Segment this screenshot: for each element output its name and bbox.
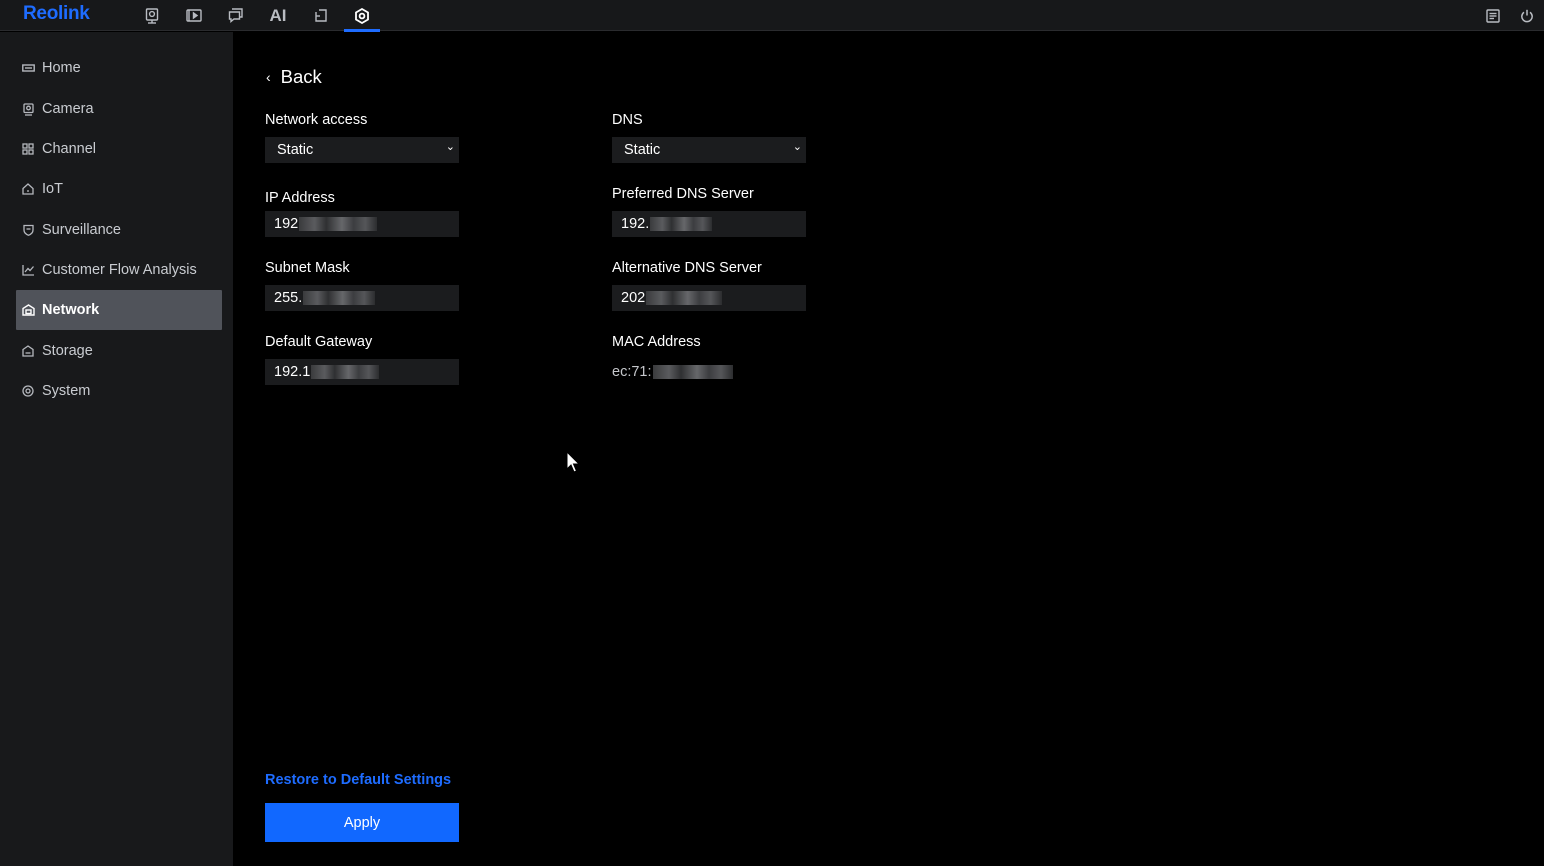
sidebar-item-label: Storage xyxy=(42,343,93,359)
camera-icon xyxy=(21,102,35,116)
sidebar-item-label: Network xyxy=(42,302,100,318)
restore-default-link[interactable]: Restore to Default Settings xyxy=(265,772,451,788)
device-icon[interactable] xyxy=(302,0,338,31)
chevron-down-icon: ⌄ xyxy=(792,141,802,153)
dns-value: Static xyxy=(624,142,661,158)
sidebar-item-system[interactable]: System xyxy=(16,371,222,411)
notes-icon[interactable] xyxy=(1475,0,1511,31)
dns-select[interactable]: Static ⌄ xyxy=(612,137,806,163)
sidebar-item-label: Channel xyxy=(42,141,97,157)
sidebar-item-label: Home xyxy=(42,60,81,76)
settings-icon[interactable] xyxy=(344,0,380,32)
back-button[interactable]: ‹ Back xyxy=(266,66,322,88)
sidebar-item-label: IoT xyxy=(42,181,63,197)
messages-icon[interactable] xyxy=(218,0,254,31)
sidebar-item-home[interactable]: Home xyxy=(16,48,222,88)
ip-address-field[interactable]: 192 xyxy=(265,211,459,237)
subnet-mask-field[interactable]: 255. xyxy=(265,285,459,311)
redacted-block xyxy=(652,365,733,379)
preferred-dns-field[interactable]: 192. xyxy=(612,211,806,237)
alternative-dns-value: 202 xyxy=(621,290,646,306)
sidebar-item-surveillance[interactable]: Surveillance xyxy=(16,210,222,250)
preferred-dns-label: Preferred DNS Server xyxy=(612,186,754,202)
subnet-mask-label: Subnet Mask xyxy=(265,260,350,276)
ai-tab-label: AI xyxy=(269,5,287,25)
network-access-label: Network access xyxy=(265,112,368,128)
default-gateway-label: Default Gateway xyxy=(265,334,373,350)
alternative-dns-field[interactable]: 202 xyxy=(612,285,806,311)
sidebar-item-channel[interactable]: Channel xyxy=(16,129,222,169)
mac-address-text: ec:71: xyxy=(612,364,652,380)
redacted-block xyxy=(650,217,713,231)
ip-address-label: IP Address xyxy=(265,190,335,206)
redacted-block xyxy=(303,291,376,305)
chevron-down-icon: ⌄ xyxy=(445,141,455,153)
sidebar: Home Camera Channel IoT Surveillance Cus… xyxy=(0,32,233,866)
mac-address-label: MAC Address xyxy=(612,334,701,350)
power-icon[interactable] xyxy=(1509,0,1544,31)
subnet-mask-value: 255. xyxy=(274,290,303,306)
reolink-logo: Reolink xyxy=(23,3,90,24)
sidebar-item-customer-flow-analysis[interactable]: Customer Flow Analysis xyxy=(16,250,222,290)
live-view-icon[interactable] xyxy=(134,0,170,31)
preferred-dns-value: 192. xyxy=(621,216,650,232)
network-access-select[interactable]: Static ⌄ xyxy=(265,137,459,163)
mouse-cursor-icon xyxy=(566,450,582,480)
storage-icon xyxy=(21,344,35,358)
ai-tab[interactable]: AI xyxy=(260,0,296,31)
sidebar-item-label: Customer Flow Analysis xyxy=(42,262,197,278)
redacted-block xyxy=(311,365,380,379)
system-icon xyxy=(21,384,35,398)
back-label: Back xyxy=(280,66,322,87)
sidebar-item-label: Surveillance xyxy=(42,222,121,238)
redacted-block xyxy=(299,217,378,231)
playback-icon[interactable] xyxy=(176,0,212,31)
sidebar-item-storage[interactable]: Storage xyxy=(16,331,222,371)
default-gateway-field[interactable]: 192.1 xyxy=(265,359,459,385)
mac-address-value: ec:71: xyxy=(612,364,733,380)
sidebar-item-label: Camera xyxy=(42,101,94,117)
sidebar-item-camera[interactable]: Camera xyxy=(16,89,222,129)
home-icon xyxy=(21,61,35,75)
sidebar-item-iot[interactable]: IoT xyxy=(16,169,222,209)
shield-icon xyxy=(21,223,35,237)
dns-label: DNS xyxy=(612,112,643,128)
network-icon xyxy=(21,303,35,317)
default-gateway-value: 192.1 xyxy=(274,364,311,380)
chevron-left-icon: ‹ xyxy=(266,69,271,85)
alternative-dns-label: Alternative DNS Server xyxy=(612,260,762,276)
iot-house-icon xyxy=(21,182,35,196)
channel-grid-icon xyxy=(21,142,35,156)
ip-address-value: 192 xyxy=(274,216,299,232)
sidebar-item-label: System xyxy=(42,383,91,399)
network-access-value: Static xyxy=(277,142,314,158)
chart-icon xyxy=(21,263,35,277)
top-bar: Reolink AI xyxy=(0,0,1544,32)
redacted-block xyxy=(646,291,723,305)
sidebar-item-network[interactable]: Network xyxy=(16,290,222,330)
apply-button[interactable]: Apply xyxy=(265,803,459,842)
